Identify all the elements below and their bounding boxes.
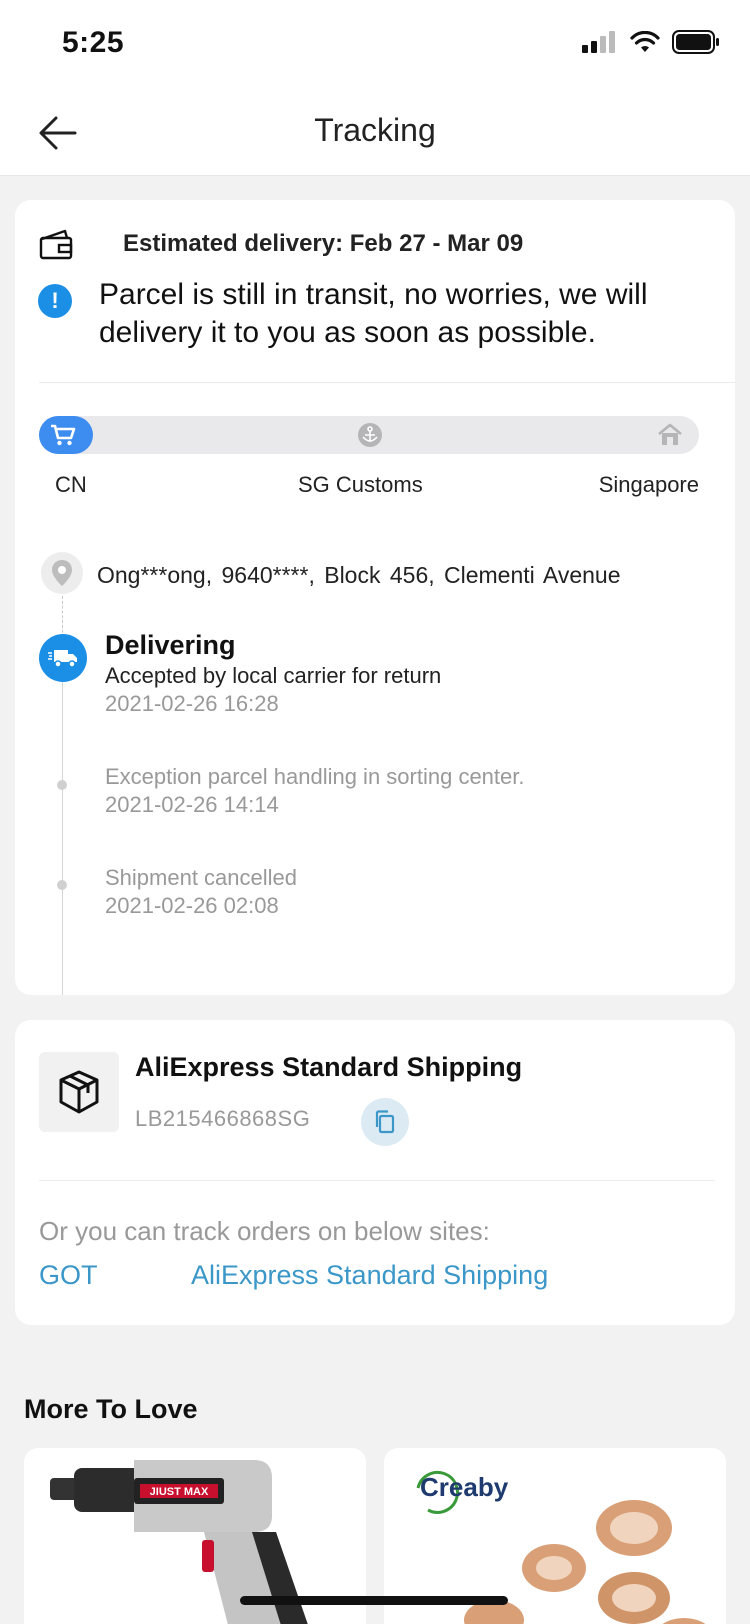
info-icon: ! [38,284,72,318]
event-title: Delivering [105,630,236,660]
estimated-delivery-row [39,228,75,260]
event-time: 2021-02-26 02:08 [105,893,279,918]
tracking-card: Estimated delivery: Feb 27 - Mar 09 ! Pa… [15,200,735,995]
location-pin-icon [41,552,83,594]
stage-label-destination: Singapore [598,472,699,497]
divider [39,1180,715,1181]
copy-button[interactable] [361,1098,409,1146]
event-description: Shipment cancelled [105,865,298,890]
shipping-progress-bar [39,416,699,454]
transit-notice: Parcel is still in transit, no worries, … [99,278,648,349]
shipping-card: AliExpress Standard Shipping LB215466868… [15,1020,735,1325]
page-title: Tracking [314,112,436,148]
other-sites-label: Or you can track orders on below sites: [39,1216,490,1246]
timeline-dot [57,880,67,890]
delivery-address: Ong***ong, 9640****, Block 456, Clementi… [97,562,621,588]
cart-icon [49,421,77,449]
battery-icon [672,30,719,54]
shipping-method: AliExpress Standard Shipping [135,1052,523,1082]
timeline-line [62,656,63,995]
home-icon [656,421,684,449]
delivery-truck-icon [39,634,87,682]
event-description: Exception parcel handling in sorting cen… [105,764,525,789]
anchor-icon [356,421,384,449]
section-title: More To Love [24,1394,198,1424]
nav-bar: Tracking [0,90,750,176]
status-time: 5:25 [62,26,125,59]
event-time: 2021-02-26 16:28 [105,691,279,716]
stage-label-origin: CN [55,472,87,497]
site-link-aliexpress[interactable]: AliExpress Standard Shipping [191,1260,548,1291]
stage-label-customs: SG Customs [298,472,423,497]
event-description: Accepted by local carrier for return [105,663,442,688]
status-bar: 5:25 [0,0,750,90]
wallet-icon [39,229,73,260]
package-icon [39,1052,119,1132]
status-icons [582,30,720,54]
timeline-dot [57,780,67,790]
copy-icon [375,1110,395,1134]
tracking-number: LB215466868SG [135,1106,311,1131]
divider [39,382,735,383]
estimated-delivery: Estimated delivery: Feb 27 - Mar 09 [123,230,524,257]
home-indicator[interactable] [240,1596,508,1605]
wifi-icon [630,31,660,52]
signal-icon [582,31,615,53]
product-brand-label: Creaby [420,1472,509,1502]
site-link-got[interactable]: GOT [39,1260,98,1291]
event-time: 2021-02-26 14:14 [105,792,279,817]
product-brand-label: JIUST MAX [150,1486,209,1498]
